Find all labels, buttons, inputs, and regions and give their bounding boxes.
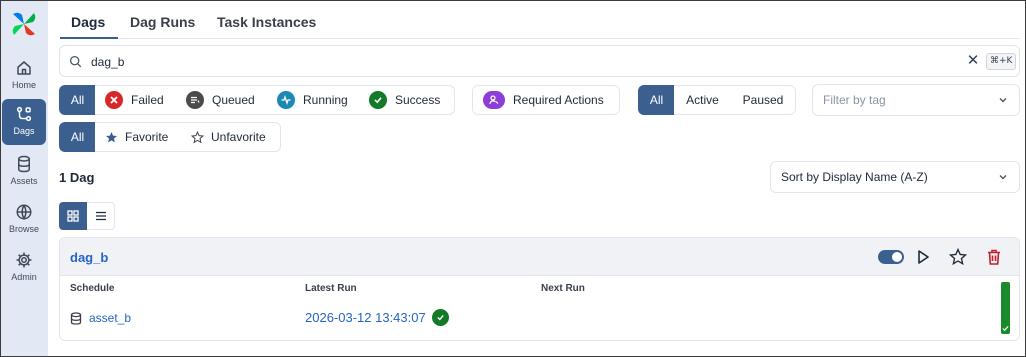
favorite-filter-all[interactable]: All — [59, 122, 96, 152]
success-state-icon — [431, 309, 449, 326]
next-run-column-label: Next Run — [541, 283, 585, 294]
sidebar: Home Dags Assets Browse Admin — [1, 1, 48, 356]
sidebar-item-label: Home — [11, 80, 36, 90]
state-filter-failed-label: Failed — [131, 93, 164, 107]
activity-icon — [277, 91, 295, 109]
state-filter-running-label: Running — [303, 93, 348, 107]
paused-filter-active-label: Active — [686, 93, 719, 107]
grid-icon — [67, 210, 79, 222]
dag-card: dag_b Schedule Latest Run Next Run asset… — [59, 237, 1020, 341]
tab-task-instances[interactable]: Task Instances — [217, 14, 316, 30]
toggle-knob — [892, 252, 902, 262]
schedule-asset-link[interactable]: asset_b — [89, 311, 131, 325]
favorite-filter-favorite-label: Favorite — [125, 130, 169, 144]
state-filter-queued-label: Queued — [212, 93, 255, 107]
sidebar-item-label: Assets — [10, 176, 38, 186]
tag-filter-select[interactable]: Filter by tag — [812, 84, 1020, 116]
state-filter-running[interactable]: Running — [267, 85, 360, 115]
schedule-value: asset_b — [70, 311, 131, 325]
trash-icon[interactable] — [985, 248, 1003, 266]
airflow-logo[interactable] — [11, 11, 37, 37]
shortcut-hint: ⌘+K — [986, 53, 1017, 70]
tab-dags[interactable]: Dags — [71, 14, 105, 30]
favorite-filter-unfavorite[interactable]: Unfavorite — [181, 122, 281, 152]
schedule-column-label: Schedule — [70, 283, 115, 294]
chevron-down-icon — [999, 98, 1007, 103]
dags-icon — [16, 106, 32, 122]
search-icon — [69, 55, 82, 68]
sidebar-item-label: Browse — [8, 224, 39, 234]
state-filter-success-label: Success — [395, 93, 441, 107]
page-tabs: Dags Dag Runs Task Instances — [60, 0, 1020, 39]
recent-run-bar[interactable] — [1001, 282, 1010, 334]
latest-run-column-label: Latest Run — [305, 283, 357, 294]
sort-select-value: Sort by Display Name (A-Z) — [781, 170, 928, 184]
x-circle-icon — [105, 91, 123, 109]
chevron-down-icon — [999, 175, 1007, 180]
state-filter-success[interactable]: Success — [359, 85, 455, 115]
check-circle-icon — [369, 91, 387, 109]
queue-icon — [186, 91, 204, 109]
home-icon — [17, 61, 31, 75]
database-icon — [18, 155, 30, 173]
state-filter-failed[interactable]: Failed — [95, 85, 177, 115]
state-filter-all[interactable]: All — [59, 85, 96, 115]
sidebar-item-label: Dags — [13, 126, 35, 136]
play-icon[interactable] — [914, 248, 932, 266]
sidebar-item-assets[interactable]: Assets — [2, 149, 46, 195]
search-bar: ✕ ⌘+K — [59, 45, 1020, 77]
required-actions-label: Required Actions — [513, 93, 604, 107]
sidebar-item-dags[interactable]: Dags — [2, 99, 46, 145]
sidebar-item-admin[interactable]: Admin — [2, 245, 46, 291]
star-filled-icon — [106, 131, 117, 142]
paused-filter-all-label: All — [649, 93, 664, 107]
latest-run-link[interactable]: 2026-03-12 13:43:07 — [305, 310, 426, 325]
tab-dag-runs[interactable]: Dag Runs — [130, 14, 195, 30]
tag-filter-placeholder: Filter by tag — [823, 93, 886, 107]
table-view-button[interactable] — [87, 202, 115, 230]
required-actions-filter[interactable]: Required Actions — [472, 85, 620, 115]
active-tab-indicator — [60, 37, 118, 39]
favorite-filter-all-label: All — [70, 130, 85, 144]
check-icon — [1002, 325, 1009, 332]
sort-select[interactable]: Sort by Display Name (A-Z) — [770, 161, 1020, 193]
dag-name-link[interactable]: dag_b — [70, 250, 108, 265]
dag-count: 1 Dag — [59, 170, 95, 185]
globe-icon — [16, 204, 32, 221]
favorite-filter-favorite[interactable]: Favorite — [95, 122, 182, 152]
search-input[interactable] — [91, 52, 951, 72]
sidebar-item-label: Admin — [11, 272, 37, 282]
paused-filter-active[interactable]: Active — [674, 85, 732, 115]
dag-card-header: dag_b — [60, 238, 1019, 276]
favorite-filter-unfavorite-label: Unfavorite — [211, 130, 266, 144]
dag-enabled-toggle[interactable] — [878, 250, 904, 264]
paused-filter-paused-label: Paused — [742, 93, 784, 107]
user-action-icon — [483, 91, 505, 109]
paused-filter-all[interactable]: All — [638, 85, 675, 115]
clear-search-button[interactable]: ✕ — [965, 53, 981, 69]
state-filter-all-label: All — [70, 93, 85, 107]
card-view-button[interactable] — [59, 202, 87, 230]
star-outline-icon[interactable] — [949, 248, 967, 266]
latest-run-value: 2026-03-12 13:43:07 — [305, 309, 449, 326]
database-icon — [70, 311, 82, 325]
gear-icon — [16, 252, 32, 268]
sidebar-item-browse[interactable]: Browse — [2, 197, 46, 243]
sidebar-item-home[interactable]: Home — [2, 53, 46, 99]
state-filter-queued[interactable]: Queued — [176, 85, 268, 115]
list-icon — [95, 211, 106, 221]
paused-filter-paused[interactable]: Paused — [731, 85, 796, 115]
star-outline-icon — [191, 130, 204, 143]
